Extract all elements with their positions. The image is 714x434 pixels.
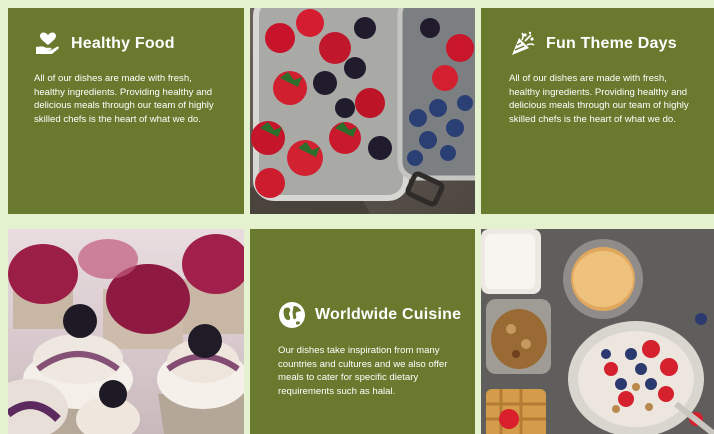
worldwide-cuisine-description: Our dishes take inspiration from many co… bbox=[278, 345, 448, 397]
healthy-food-header: Healthy Food bbox=[34, 30, 175, 58]
berries-photo bbox=[250, 8, 475, 214]
features-grid: Healthy Food All of our dishes are made … bbox=[0, 0, 714, 434]
globe-icon bbox=[278, 301, 306, 329]
fun-theme-days-description: All of our dishes are made with fresh, h… bbox=[509, 73, 689, 125]
party-popper-icon bbox=[509, 30, 537, 58]
heart-hand-icon bbox=[34, 30, 62, 58]
healthy-food-card: Healthy Food All of our dishes are made … bbox=[8, 8, 244, 214]
cupcakes-photo bbox=[8, 229, 244, 434]
breakfast-photo bbox=[481, 229, 714, 434]
worldwide-cuisine-header: Worldwide Cuisine bbox=[278, 301, 461, 329]
worldwide-cuisine-title: Worldwide Cuisine bbox=[315, 306, 462, 323]
worldwide-cuisine-card: Worldwide Cuisine Our dishes take inspir… bbox=[250, 229, 475, 434]
fun-theme-days-title: Fun Theme Days bbox=[546, 35, 677, 52]
fun-theme-days-card: Fun Theme Days All of our dishes are mad… bbox=[481, 8, 714, 214]
healthy-food-title: Healthy Food bbox=[71, 35, 175, 52]
healthy-food-description: All of our dishes are made with fresh, h… bbox=[34, 73, 214, 125]
fun-theme-days-header: Fun Theme Days bbox=[509, 30, 677, 58]
